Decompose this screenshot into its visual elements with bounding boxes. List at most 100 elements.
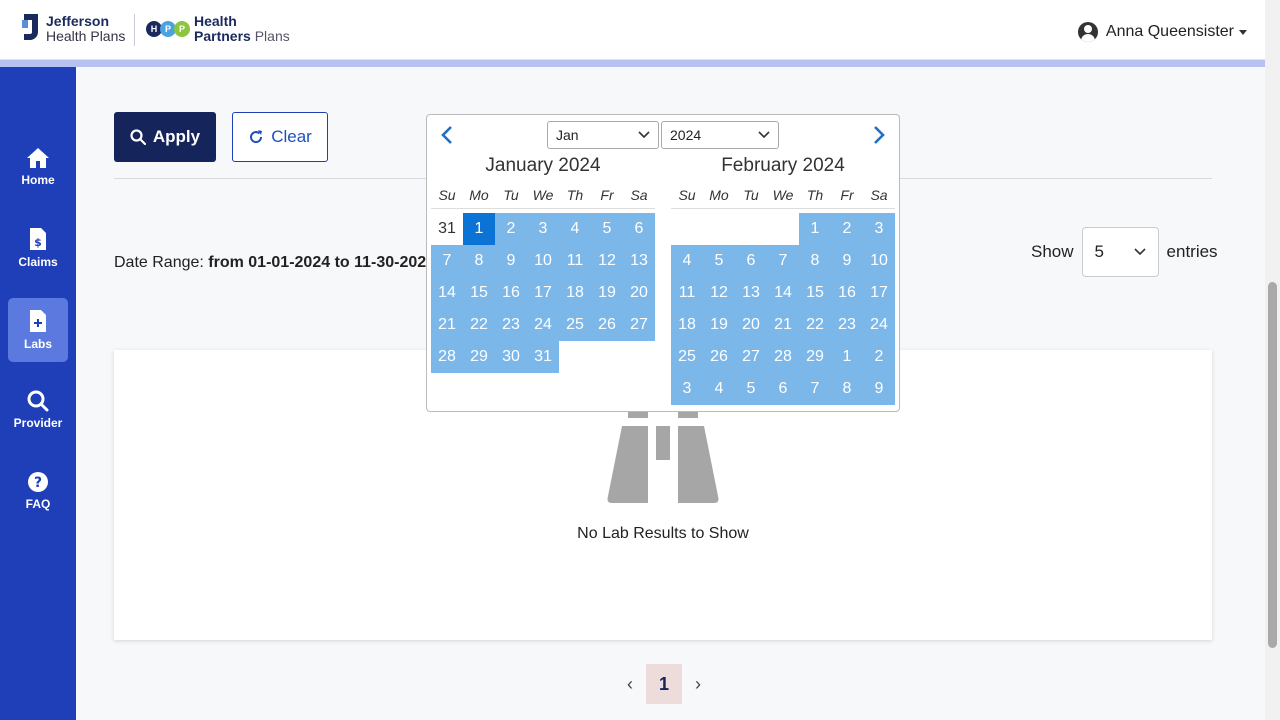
calendar-day[interactable]: 31 [431, 213, 463, 245]
calendar-day[interactable]: 29 [799, 341, 831, 373]
calendar-day[interactable]: 2 [495, 213, 527, 245]
sidebar-item-provider[interactable]: Provider [8, 378, 68, 442]
calendar-day[interactable]: 23 [495, 309, 527, 341]
clear-button[interactable]: Clear [232, 112, 328, 162]
calendar-day[interactable]: 15 [799, 277, 831, 309]
calendar-day[interactable]: 7 [767, 245, 799, 277]
calendar-day[interactable]: 6 [767, 373, 799, 405]
calendar-day[interactable]: 14 [431, 277, 463, 309]
calendar-day[interactable]: 3 [671, 373, 703, 405]
calendar-day[interactable]: 20 [623, 277, 655, 309]
calendar-day[interactable]: 3 [527, 213, 559, 245]
entries-select[interactable]: 5 [1081, 227, 1159, 277]
sidebar-item-faq[interactable]: ? FAQ [8, 459, 68, 523]
calendar-day[interactable]: 28 [431, 341, 463, 373]
calendar-day[interactable]: 27 [735, 341, 767, 373]
pagination-next[interactable]: › [688, 674, 708, 695]
calendar-day[interactable]: 27 [623, 309, 655, 341]
calendar-day[interactable]: 19 [703, 309, 735, 341]
page-scrollbar[interactable] [1265, 0, 1280, 720]
chevron-left-icon [441, 126, 452, 144]
logo-hpp-line1: Health [194, 13, 237, 29]
calendar-day[interactable]: 22 [799, 309, 831, 341]
user-menu[interactable]: Anna Queensister [1077, 22, 1247, 42]
calendar-day[interactable]: 31 [527, 341, 559, 373]
calendar-day[interactable]: 1 [463, 213, 495, 245]
calendar-day[interactable]: 25 [559, 309, 591, 341]
calendar-day[interactable]: 13 [735, 277, 767, 309]
pagination-page-current[interactable]: 1 [646, 664, 682, 704]
pagination-prev[interactable]: ‹ [620, 674, 640, 695]
scrollbar-thumb[interactable] [1268, 282, 1277, 648]
calendar-day[interactable]: 18 [671, 309, 703, 341]
year-select-value: 2024 [670, 127, 702, 143]
calendar-day[interactable]: 11 [559, 245, 591, 277]
calendar-empty-cell [703, 213, 735, 245]
calendar-day[interactable]: 1 [831, 341, 863, 373]
calendar-day[interactable]: 23 [831, 309, 863, 341]
prev-month-button[interactable] [439, 125, 455, 150]
calendar-day[interactable]: 9 [863, 373, 895, 405]
month-select[interactable]: Jan [547, 121, 659, 149]
calendar-day[interactable]: 11 [671, 277, 703, 309]
year-select[interactable]: 2024 [661, 121, 779, 149]
calendar-day[interactable]: 30 [495, 341, 527, 373]
calendar-day[interactable]: 9 [831, 245, 863, 277]
calendar-day[interactable]: 7 [431, 245, 463, 277]
calendar-day[interactable]: 21 [431, 309, 463, 341]
sidebar-item-claims[interactable]: $ Claims [8, 216, 68, 280]
calendar-day[interactable]: 4 [703, 373, 735, 405]
calendar-day[interactable]: 26 [703, 341, 735, 373]
calendar-day[interactable]: 15 [463, 277, 495, 309]
calendar-day[interactable]: 10 [527, 245, 559, 277]
calendar-day[interactable]: 6 [623, 213, 655, 245]
sidebar-item-label: Labs [23, 337, 52, 351]
calendar-day[interactable]: 12 [703, 277, 735, 309]
next-month-button[interactable] [871, 125, 887, 150]
calendar-day[interactable]: 12 [591, 245, 623, 277]
calendar-day[interactable]: 19 [591, 277, 623, 309]
calendar-day[interactable]: 17 [863, 277, 895, 309]
calendar-day[interactable]: 21 [767, 309, 799, 341]
weekday-label: Su [678, 187, 696, 203]
calendar-day[interactable]: 6 [735, 245, 767, 277]
calendar-day[interactable]: 3 [863, 213, 895, 245]
claims-icon: $ [30, 228, 46, 250]
calendar-day[interactable]: 18 [559, 277, 591, 309]
calendar-day[interactable]: 16 [831, 277, 863, 309]
jefferson-logo[interactable]: Jefferson Health Plans [22, 14, 125, 44]
sidebar-item-labs[interactable]: Labs [8, 298, 68, 362]
calendar-day[interactable]: 17 [527, 277, 559, 309]
calendar-day[interactable]: 20 [735, 309, 767, 341]
calendar-day[interactable]: 8 [831, 373, 863, 405]
calendar-day[interactable]: 29 [463, 341, 495, 373]
calendar-day[interactable]: 5 [591, 213, 623, 245]
apply-button[interactable]: Apply [114, 112, 216, 162]
calendar-day[interactable]: 2 [831, 213, 863, 245]
calendar-day[interactable]: 1 [799, 213, 831, 245]
calendar-day[interactable]: 2 [863, 341, 895, 373]
calendar-day[interactable]: 26 [591, 309, 623, 341]
calendar-day[interactable]: 10 [863, 245, 895, 277]
calendar-day[interactable]: 22 [463, 309, 495, 341]
calendar-day[interactable]: 25 [671, 341, 703, 373]
hpp-logo[interactable]: H P P Health Partners Plans [146, 14, 290, 44]
calendar-day[interactable]: 28 [767, 341, 799, 373]
calendar-day[interactable]: 24 [863, 309, 895, 341]
calendar-day[interactable]: 13 [623, 245, 655, 277]
pagination: ‹ 1 › [620, 664, 708, 704]
calendar-day[interactable]: 7 [799, 373, 831, 405]
calendar-title: February 2024 [721, 155, 845, 176]
sidebar-item-home[interactable]: Home [8, 135, 68, 199]
calendar-day[interactable]: 14 [767, 277, 799, 309]
calendar-day[interactable]: 5 [735, 373, 767, 405]
calendar-day[interactable]: 4 [559, 213, 591, 245]
calendar-day[interactable]: 5 [703, 245, 735, 277]
calendar-day[interactable]: 8 [463, 245, 495, 277]
calendar-day[interactable]: 16 [495, 277, 527, 309]
calendar-day[interactable]: 9 [495, 245, 527, 277]
calendar-day[interactable]: 24 [527, 309, 559, 341]
question-icon: ? [28, 472, 48, 492]
calendar-day[interactable]: 4 [671, 245, 703, 277]
calendar-day[interactable]: 8 [799, 245, 831, 277]
